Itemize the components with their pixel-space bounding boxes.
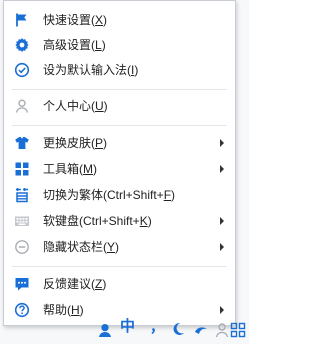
menu-item-label-tail: ) bbox=[147, 214, 152, 228]
menu-item-label: 帮助( bbox=[43, 303, 71, 317]
help-icon bbox=[14, 302, 30, 318]
menu-item-personal-center[interactable]: 个人中心(U) bbox=[4, 93, 235, 119]
chat-bubble-icon bbox=[14, 276, 30, 292]
grid-icon[interactable] bbox=[230, 322, 246, 338]
moon-icon[interactable] bbox=[170, 321, 186, 337]
shirt-icon bbox=[14, 135, 30, 151]
menu-item-switch-traditional[interactable]: 切换为繁体(Ctrl+Shift+F) bbox=[4, 182, 235, 208]
menu-item-accelerator: P bbox=[95, 136, 104, 150]
menu-item-label-tail: ) bbox=[101, 38, 106, 52]
punctuation-toggle[interactable]: ， bbox=[150, 319, 166, 335]
menu-item-label-tail: ) bbox=[134, 63, 139, 77]
menu-item-label: 设为默认输入法( bbox=[43, 63, 131, 77]
check-circle-icon bbox=[14, 62, 30, 78]
menu-item-label: 个人中心( bbox=[43, 99, 95, 113]
menu-separator bbox=[12, 266, 227, 267]
menu-separator bbox=[12, 125, 227, 126]
swirl-icon[interactable] bbox=[193, 322, 209, 338]
menu-separator bbox=[12, 89, 227, 90]
menu-item-label: 隐藏状态栏( bbox=[43, 240, 107, 254]
menu-item-label: 切换为繁体(Ctrl+Shift+ bbox=[43, 188, 164, 202]
gear-icon bbox=[14, 37, 30, 53]
menu-item-accelerator: H bbox=[71, 303, 80, 317]
menu-item-label-tail: ) bbox=[115, 240, 120, 254]
menu-item-soft-keyboard[interactable]: 软键盘(Ctrl+Shift+K) bbox=[4, 208, 235, 234]
submenu-arrow-icon bbox=[220, 139, 224, 147]
user-icon bbox=[14, 98, 30, 114]
menu-item-quick-settings[interactable]: 快速设置(X) bbox=[4, 7, 235, 33]
submenu-arrow-icon bbox=[220, 243, 224, 251]
menu-item-set-default-ime[interactable]: 设为默认输入法(I) bbox=[4, 57, 235, 83]
submenu-arrow-icon bbox=[220, 306, 224, 314]
menu-item-accelerator: L bbox=[95, 38, 102, 52]
menu-item-hide-statusbar[interactable]: 隐藏状态栏(Y) bbox=[4, 234, 235, 260]
menu-item-label-tail: ) bbox=[171, 188, 176, 202]
menu-item-label: 更换皮肤( bbox=[43, 136, 95, 150]
menu-item-toolbox[interactable]: 工具箱(M) bbox=[4, 156, 235, 182]
minus-circle-icon bbox=[14, 239, 30, 255]
ime-context-menu: 快速设置(X) 高级设置(L) 设为默认输入法(I) 个人中心(U) 更换皮肤(… bbox=[3, 0, 236, 326]
ime-mode-toggle[interactable]: 中 bbox=[120, 319, 136, 335]
menu-item-label-tail: ) bbox=[79, 303, 84, 317]
menu-item-label-tail: ) bbox=[103, 13, 108, 27]
menu-item-accelerator: X bbox=[95, 13, 104, 27]
toolbox-icon bbox=[14, 161, 30, 177]
menu-item-label: 反馈建议( bbox=[43, 277, 95, 291]
menu-item-label: 工具箱( bbox=[43, 162, 83, 176]
user-outline-icon[interactable] bbox=[214, 322, 230, 338]
menu-item-label-tail: ) bbox=[102, 277, 107, 291]
menu-item-accelerator: U bbox=[95, 99, 104, 113]
submenu-arrow-icon bbox=[220, 217, 224, 225]
ime-logo-icon[interactable] bbox=[97, 322, 113, 338]
menu-item-label-tail: ) bbox=[103, 99, 108, 113]
screen: 快速设置(X) 高级设置(L) 设为默认输入法(I) 个人中心(U) 更换皮肤(… bbox=[0, 0, 249, 344]
menu-item-feedback[interactable]: 反馈建议(Z) bbox=[4, 271, 235, 297]
submenu-arrow-icon bbox=[220, 165, 224, 173]
menu-item-accelerator: F bbox=[163, 188, 172, 202]
menu-item-label: 快速设置( bbox=[43, 13, 95, 27]
menu-item-label-tail: ) bbox=[93, 162, 97, 176]
menu-item-accelerator: K bbox=[139, 214, 148, 228]
menu-item-label-tail: ) bbox=[103, 136, 108, 150]
ime-status-bar: 中 ， bbox=[90, 318, 249, 344]
menu-item-accelerator: M bbox=[83, 162, 93, 176]
flag-icon bbox=[14, 12, 30, 28]
menu-item-change-skin[interactable]: 更换皮肤(P) bbox=[4, 130, 235, 156]
keyboard-icon bbox=[14, 213, 30, 229]
menu-item-label: 软键盘(Ctrl+Shift+ bbox=[43, 214, 140, 228]
menu-item-advanced-settings[interactable]: 高级设置(L) bbox=[4, 32, 235, 58]
traditional-char-icon bbox=[14, 187, 30, 203]
menu-item-label: 高级设置( bbox=[43, 38, 95, 52]
menu-item-accelerator: Y bbox=[107, 240, 116, 254]
